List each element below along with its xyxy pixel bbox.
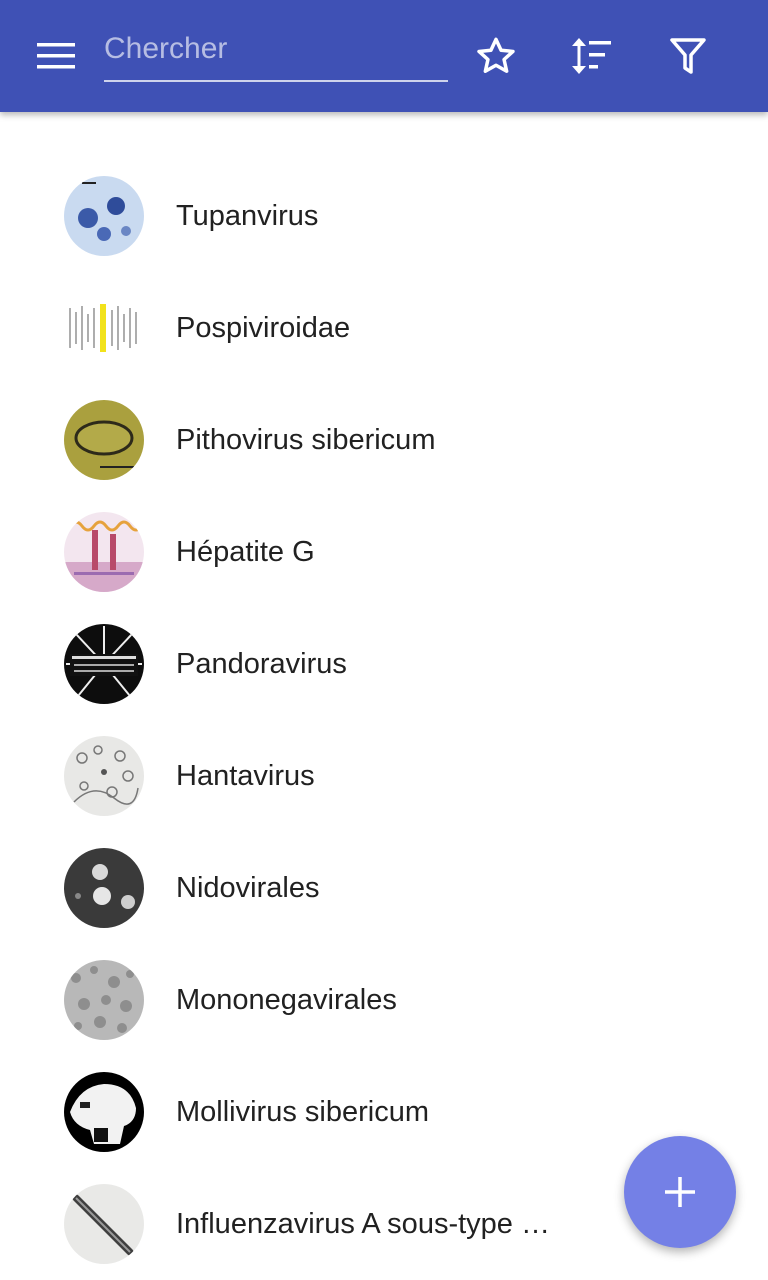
- item-label: Hantavirus: [176, 760, 315, 792]
- thumbnail-image: [64, 1072, 144, 1152]
- thumbnail-image: [64, 176, 144, 256]
- app-bar: [0, 0, 768, 112]
- add-button[interactable]: [624, 1136, 736, 1248]
- thumbnail-image: [64, 512, 144, 592]
- hamburger-menu-icon: [37, 43, 75, 69]
- item-label: Tupanvirus: [176, 200, 319, 232]
- list-item[interactable]: Pospiviroidae: [0, 272, 768, 384]
- item-label: Influenzavirus A sous-type …: [176, 1208, 550, 1240]
- item-label: Mononegavirales: [176, 984, 397, 1016]
- star-icon: [477, 37, 515, 73]
- list-item[interactable]: Pandoravirus: [0, 608, 768, 720]
- virus-list: Tupanvirus Pospiviroidae Pithovirus sibe…: [0, 160, 768, 1280]
- list-item[interactable]: Hépatite G: [0, 496, 768, 608]
- list-item[interactable]: Hantavirus: [0, 720, 768, 832]
- item-label: Mollivirus sibericum: [176, 1096, 429, 1128]
- list-item[interactable]: Pithovirus sibericum: [0, 384, 768, 496]
- list-item[interactable]: Nidovirales: [0, 832, 768, 944]
- search-input[interactable]: [104, 22, 448, 76]
- thumbnail-image: [64, 400, 144, 480]
- thumbnail-image: [64, 624, 144, 704]
- thumbnail-image: [64, 288, 144, 368]
- item-label: Pospiviroidae: [176, 312, 351, 344]
- filter-button[interactable]: [656, 24, 720, 88]
- item-label: Pithovirus sibericum: [176, 424, 436, 456]
- filter-icon: [670, 38, 706, 74]
- plus-icon: [665, 1177, 695, 1207]
- sort-icon: [572, 38, 611, 74]
- thumbnail-image: [64, 960, 144, 1040]
- item-label: Nidovirales: [176, 872, 320, 904]
- favorites-button[interactable]: [464, 24, 528, 88]
- thumbnail-image: [64, 736, 144, 816]
- sort-button[interactable]: [559, 24, 623, 88]
- list-item[interactable]: Tupanvirus: [0, 160, 768, 272]
- thumbnail-image: [64, 1184, 144, 1264]
- menu-button[interactable]: [22, 24, 90, 88]
- list-item[interactable]: Mononegavirales: [0, 944, 768, 1056]
- thumbnail-image: [64, 848, 144, 928]
- item-label: Pandoravirus: [176, 648, 347, 680]
- item-label: Hépatite G: [176, 536, 315, 568]
- search-field[interactable]: [104, 22, 448, 82]
